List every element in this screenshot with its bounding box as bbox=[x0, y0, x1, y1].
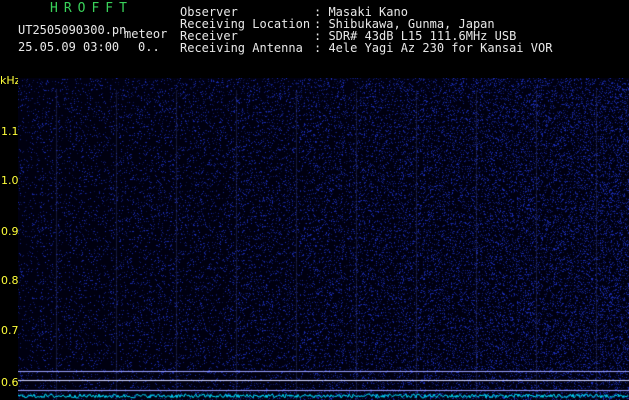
y-tick-label: 0.8 bbox=[1, 274, 19, 287]
header-panel: HROFFT UT2505090300.pn meteor 25.05.09 0… bbox=[0, 0, 629, 68]
y-tick-label: 1.0 bbox=[1, 174, 19, 187]
y-tick-label: 0.7 bbox=[1, 324, 19, 337]
brand-title: HROFFT bbox=[50, 1, 133, 16]
y-axis-unit: kHz bbox=[0, 74, 21, 87]
count-value: 0.. bbox=[138, 40, 160, 54]
filename: UT2505090300.pn bbox=[18, 23, 127, 37]
datetime: 25.05.09 03:00 bbox=[18, 40, 120, 54]
y-tick-label: 0.9 bbox=[1, 225, 19, 238]
antenna-value: : 4ele Yagi Az 230 for Kansai VOR bbox=[314, 41, 553, 55]
antenna-label: Receiving Antenna bbox=[180, 41, 303, 55]
y-tick-label: 0.6 bbox=[1, 376, 19, 389]
y-tick-label: 1.1 bbox=[1, 125, 19, 138]
detection-tag: meteor bbox=[124, 27, 168, 41]
spectrogram-canvas bbox=[18, 78, 629, 400]
